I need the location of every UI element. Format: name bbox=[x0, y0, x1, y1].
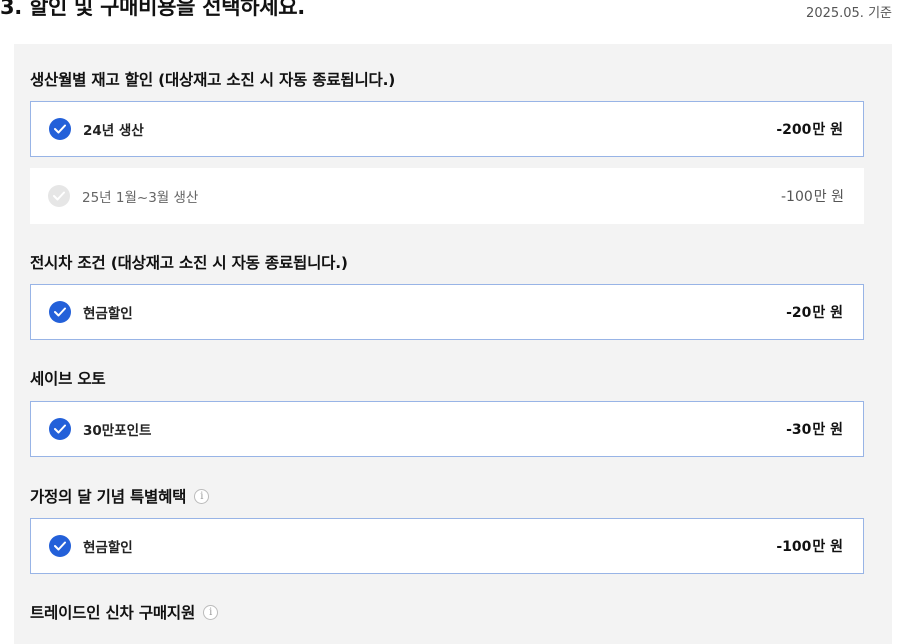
section-title-text: 가정의 달 기념 특별혜택 bbox=[30, 488, 187, 506]
page-header: 3. 할인 및 구매비용을 선택하세요. 2025.05. 기준 bbox=[0, 0, 900, 44]
option-unit: 만 원 bbox=[812, 305, 843, 321]
option-25-production[interactable]: 25년 1월~3월 생산 -100만 원 bbox=[30, 168, 864, 224]
option-amount: -100 bbox=[781, 189, 813, 205]
option-amount: -20 bbox=[786, 305, 812, 321]
section-title-text: 세이브 오토 bbox=[30, 370, 106, 388]
option-price: -30만 원 bbox=[786, 419, 843, 439]
option-price: -100만 원 bbox=[781, 186, 844, 206]
option-label: 현금할인 bbox=[83, 306, 133, 322]
check-icon bbox=[49, 418, 71, 440]
option-unit: 만 원 bbox=[812, 422, 843, 438]
option-display-cash-discount[interactable]: 현금할인 -20만 원 bbox=[30, 284, 864, 340]
option-label: 24년 생산 bbox=[83, 123, 144, 139]
check-icon bbox=[49, 535, 71, 557]
section-title-display-car: 전시차 조건 (대상재고 소진 시 자동 종료됩니다.) bbox=[30, 251, 348, 273]
section-title-stock-discount: 생산월별 재고 할인 (대상재고 소진 시 자동 종료됩니다.) bbox=[30, 68, 395, 90]
section-title-text: 트레이드인 신차 구매지원 bbox=[30, 604, 196, 622]
option-amount: -200 bbox=[776, 122, 812, 138]
option-label: 25년 1월~3월 생산 bbox=[82, 190, 199, 206]
section-title-text: 생산월별 재고 할인 (대상재고 소진 시 자동 종료됩니다.) bbox=[30, 71, 396, 89]
option-label: 30만포인트 bbox=[83, 423, 152, 439]
discount-panel: 생산월별 재고 할인 (대상재고 소진 시 자동 종료됩니다.) 24년 생산 … bbox=[14, 44, 892, 644]
check-icon bbox=[49, 301, 71, 323]
option-unit: 만 원 bbox=[812, 539, 843, 555]
option-24-production[interactable]: 24년 생산 -200만 원 bbox=[30, 101, 864, 157]
option-unit: 만 원 bbox=[812, 122, 843, 138]
option-price: -200만 원 bbox=[776, 119, 843, 139]
info-icon[interactable]: i bbox=[203, 604, 219, 620]
option-label: 현금할인 bbox=[83, 540, 133, 556]
check-icon bbox=[49, 118, 71, 140]
check-icon bbox=[48, 185, 70, 207]
option-amount: -30 bbox=[786, 422, 812, 438]
section-title-text: 전시차 조건 (대상재고 소진 시 자동 종료됩니다.) bbox=[30, 254, 348, 272]
option-price: -100만 원 bbox=[776, 536, 843, 556]
option-amount: -100 bbox=[776, 539, 812, 555]
section-title-trade-in: 트레이드인 신차 구매지원 i bbox=[30, 601, 219, 623]
info-icon[interactable]: i bbox=[194, 488, 210, 504]
date-note: 2025.05. 기준 bbox=[806, 6, 892, 21]
section-title-family-month: 가정의 달 기념 특별혜택 i bbox=[30, 485, 210, 507]
section-title-save-auto: 세이브 오토 bbox=[30, 367, 106, 389]
option-unit: 만 원 bbox=[813, 189, 844, 205]
option-30-points[interactable]: 30만포인트 -30만 원 bbox=[30, 401, 864, 457]
option-family-cash-discount[interactable]: 현금할인 -100만 원 bbox=[30, 518, 864, 574]
option-price: -20만 원 bbox=[786, 302, 843, 322]
page-title: 3. 할인 및 구매비용을 선택하세요. bbox=[0, 0, 305, 19]
